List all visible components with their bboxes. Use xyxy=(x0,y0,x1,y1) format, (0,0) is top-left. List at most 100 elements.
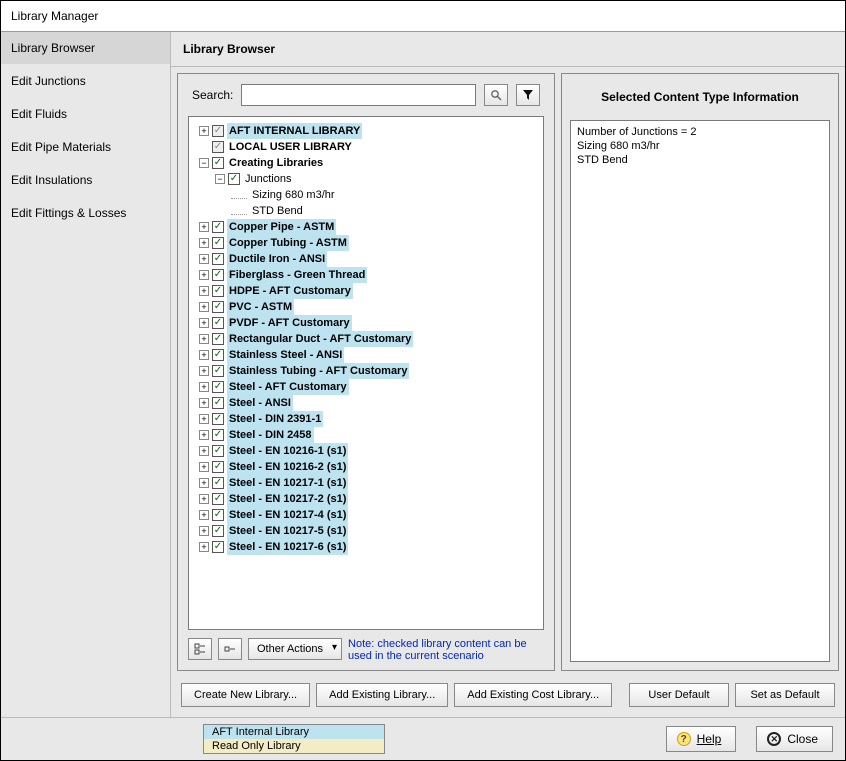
tree-node[interactable]: +✓Copper Tubing - ASTM xyxy=(199,235,539,251)
tree-label[interactable]: Stainless Steel - ANSI xyxy=(227,347,344,363)
checkbox[interactable]: ✓ xyxy=(212,397,224,409)
tree-label[interactable]: STD Bend xyxy=(250,203,305,219)
tree-node[interactable]: +✓HDPE - AFT Customary xyxy=(199,283,539,299)
checkbox[interactable]: ✓ xyxy=(212,333,224,345)
checkbox[interactable]: ✓ xyxy=(212,253,224,265)
sidebar-item-library-browser[interactable]: Library Browser xyxy=(1,32,170,65)
checkbox[interactable]: ✓ xyxy=(212,429,224,441)
tree-node[interactable]: −✓Junctions xyxy=(215,171,539,187)
checkbox[interactable]: ✓ xyxy=(212,237,224,249)
other-actions-dropdown[interactable]: Other Actions xyxy=(248,638,342,660)
expand-all-button[interactable] xyxy=(188,638,212,660)
checkbox[interactable]: ✓ xyxy=(212,317,224,329)
tree-label[interactable]: Steel - EN 10217-4 (s1) xyxy=(227,507,348,523)
tree-label[interactable]: HDPE - AFT Customary xyxy=(227,283,353,299)
search-input[interactable] xyxy=(241,84,476,106)
collapse-all-button[interactable] xyxy=(218,638,242,660)
sidebar-item-edit-insulations[interactable]: Edit Insulations xyxy=(1,164,170,197)
tree-node[interactable]: ✓LOCAL USER LIBRARY xyxy=(199,139,539,155)
checkbox[interactable]: ✓ xyxy=(212,413,224,425)
tree-label[interactable]: Stainless Tubing - AFT Customary xyxy=(227,363,409,379)
expand-icon[interactable]: + xyxy=(199,542,209,552)
tree-node[interactable]: +✓Steel - AFT Customary xyxy=(199,379,539,395)
search-button[interactable] xyxy=(484,84,508,106)
expand-icon[interactable]: + xyxy=(199,126,209,136)
checkbox[interactable]: ✓ xyxy=(212,445,224,457)
user-default-button[interactable]: User Default xyxy=(629,683,729,707)
filter-button[interactable] xyxy=(516,84,540,106)
tree-node[interactable]: +✓Steel - EN 10217-6 (s1) xyxy=(199,539,539,555)
expand-icon[interactable]: + xyxy=(199,302,209,312)
tree-node[interactable]: Sizing 680 m3/hr xyxy=(231,187,539,203)
checkbox[interactable]: ✓ xyxy=(212,349,224,361)
tree-label[interactable]: PVC - ASTM xyxy=(227,299,294,315)
checkbox[interactable]: ✓ xyxy=(212,541,224,553)
tree-node[interactable]: +✓Steel - DIN 2458 xyxy=(199,427,539,443)
sidebar-item-edit-fluids[interactable]: Edit Fluids xyxy=(1,98,170,131)
checkbox[interactable]: ✓ xyxy=(212,525,224,537)
tree-label[interactable]: Copper Tubing - ASTM xyxy=(227,235,349,251)
checkbox[interactable]: ✓ xyxy=(212,269,224,281)
checkbox[interactable]: ✓ xyxy=(212,509,224,521)
library-tree[interactable]: +✓AFT INTERNAL LIBRARY✓LOCAL USER LIBRAR… xyxy=(188,116,544,630)
checkbox[interactable]: ✓ xyxy=(212,381,224,393)
tree-label[interactable]: Steel - EN 10217-5 (s1) xyxy=(227,523,348,539)
expand-icon[interactable]: + xyxy=(199,494,209,504)
checkbox[interactable]: ✓ xyxy=(212,301,224,313)
expand-icon[interactable]: + xyxy=(199,254,209,264)
tree-node[interactable]: +✓Steel - EN 10217-4 (s1) xyxy=(199,507,539,523)
expand-icon[interactable]: + xyxy=(199,334,209,344)
tree-node[interactable]: +✓Fiberglass - Green Thread xyxy=(199,267,539,283)
collapse-icon[interactable]: − xyxy=(199,158,209,168)
tree-node[interactable]: +✓Steel - EN 10217-2 (s1) xyxy=(199,491,539,507)
sidebar-item-edit-fittings-losses[interactable]: Edit Fittings & Losses xyxy=(1,197,170,230)
tree-node[interactable]: +✓Steel - EN 10216-2 (s1) xyxy=(199,459,539,475)
tree-node[interactable]: STD Bend xyxy=(231,203,539,219)
tree-node[interactable]: +✓Steel - EN 10217-1 (s1) xyxy=(199,475,539,491)
expand-icon[interactable]: + xyxy=(199,398,209,408)
tree-label[interactable]: Creating Libraries xyxy=(227,155,325,171)
tree-node[interactable]: −✓Creating Libraries xyxy=(199,155,539,171)
tree-label[interactable]: Steel - EN 10216-1 (s1) xyxy=(227,443,348,459)
tree-node[interactable]: +✓Rectangular Duct - AFT Customary xyxy=(199,331,539,347)
tree-node[interactable]: +✓Steel - EN 10216-1 (s1) xyxy=(199,443,539,459)
tree-node[interactable]: +✓PVC - ASTM xyxy=(199,299,539,315)
help-button[interactable]: ? Help xyxy=(666,726,737,752)
expand-icon[interactable]: + xyxy=(199,414,209,424)
expand-icon[interactable]: + xyxy=(199,510,209,520)
expand-icon[interactable]: + xyxy=(199,318,209,328)
checkbox[interactable]: ✓ xyxy=(212,365,224,377)
checkbox[interactable]: ✓ xyxy=(212,461,224,473)
tree-label[interactable]: AFT INTERNAL LIBRARY xyxy=(227,123,362,139)
expand-icon[interactable]: + xyxy=(199,286,209,296)
add-existing-cost-library-button[interactable]: Add Existing Cost Library... xyxy=(454,683,612,707)
tree-node[interactable]: +✓Steel - ANSI xyxy=(199,395,539,411)
expand-icon[interactable]: + xyxy=(199,270,209,280)
expand-icon[interactable]: + xyxy=(199,462,209,472)
sidebar-item-edit-pipe-materials[interactable]: Edit Pipe Materials xyxy=(1,131,170,164)
tree-label[interactable]: Rectangular Duct - AFT Customary xyxy=(227,331,413,347)
expand-icon[interactable]: + xyxy=(199,382,209,392)
tree-node[interactable]: +✓AFT INTERNAL LIBRARY xyxy=(199,123,539,139)
tree-label[interactable]: Junctions xyxy=(243,171,293,187)
checkbox[interactable]: ✓ xyxy=(212,157,224,169)
tree-label[interactable]: Steel - EN 10217-6 (s1) xyxy=(227,539,348,555)
tree-label[interactable]: Steel - ANSI xyxy=(227,395,293,411)
tree-node[interactable]: +✓Copper Pipe - ASTM xyxy=(199,219,539,235)
expand-icon[interactable]: + xyxy=(199,430,209,440)
add-existing-library-button[interactable]: Add Existing Library... xyxy=(316,683,448,707)
checkbox[interactable]: ✓ xyxy=(212,221,224,233)
expand-icon[interactable]: + xyxy=(199,238,209,248)
close-button[interactable]: ✕ Close xyxy=(756,726,833,752)
checkbox[interactable]: ✓ xyxy=(212,493,224,505)
tree-label[interactable]: Steel - AFT Customary xyxy=(227,379,349,395)
tree-label[interactable]: Steel - EN 10217-1 (s1) xyxy=(227,475,348,491)
collapse-icon[interactable]: − xyxy=(215,174,225,184)
tree-node[interactable]: +✓Ductile Iron - ANSI xyxy=(199,251,539,267)
tree-node[interactable]: +✓PVDF - AFT Customary xyxy=(199,315,539,331)
tree-label[interactable]: Ductile Iron - ANSI xyxy=(227,251,327,267)
tree-label[interactable]: Steel - EN 10217-2 (s1) xyxy=(227,491,348,507)
tree-label[interactable]: LOCAL USER LIBRARY xyxy=(227,139,354,155)
tree-label[interactable]: PVDF - AFT Customary xyxy=(227,315,352,331)
sidebar-item-edit-junctions[interactable]: Edit Junctions xyxy=(1,65,170,98)
